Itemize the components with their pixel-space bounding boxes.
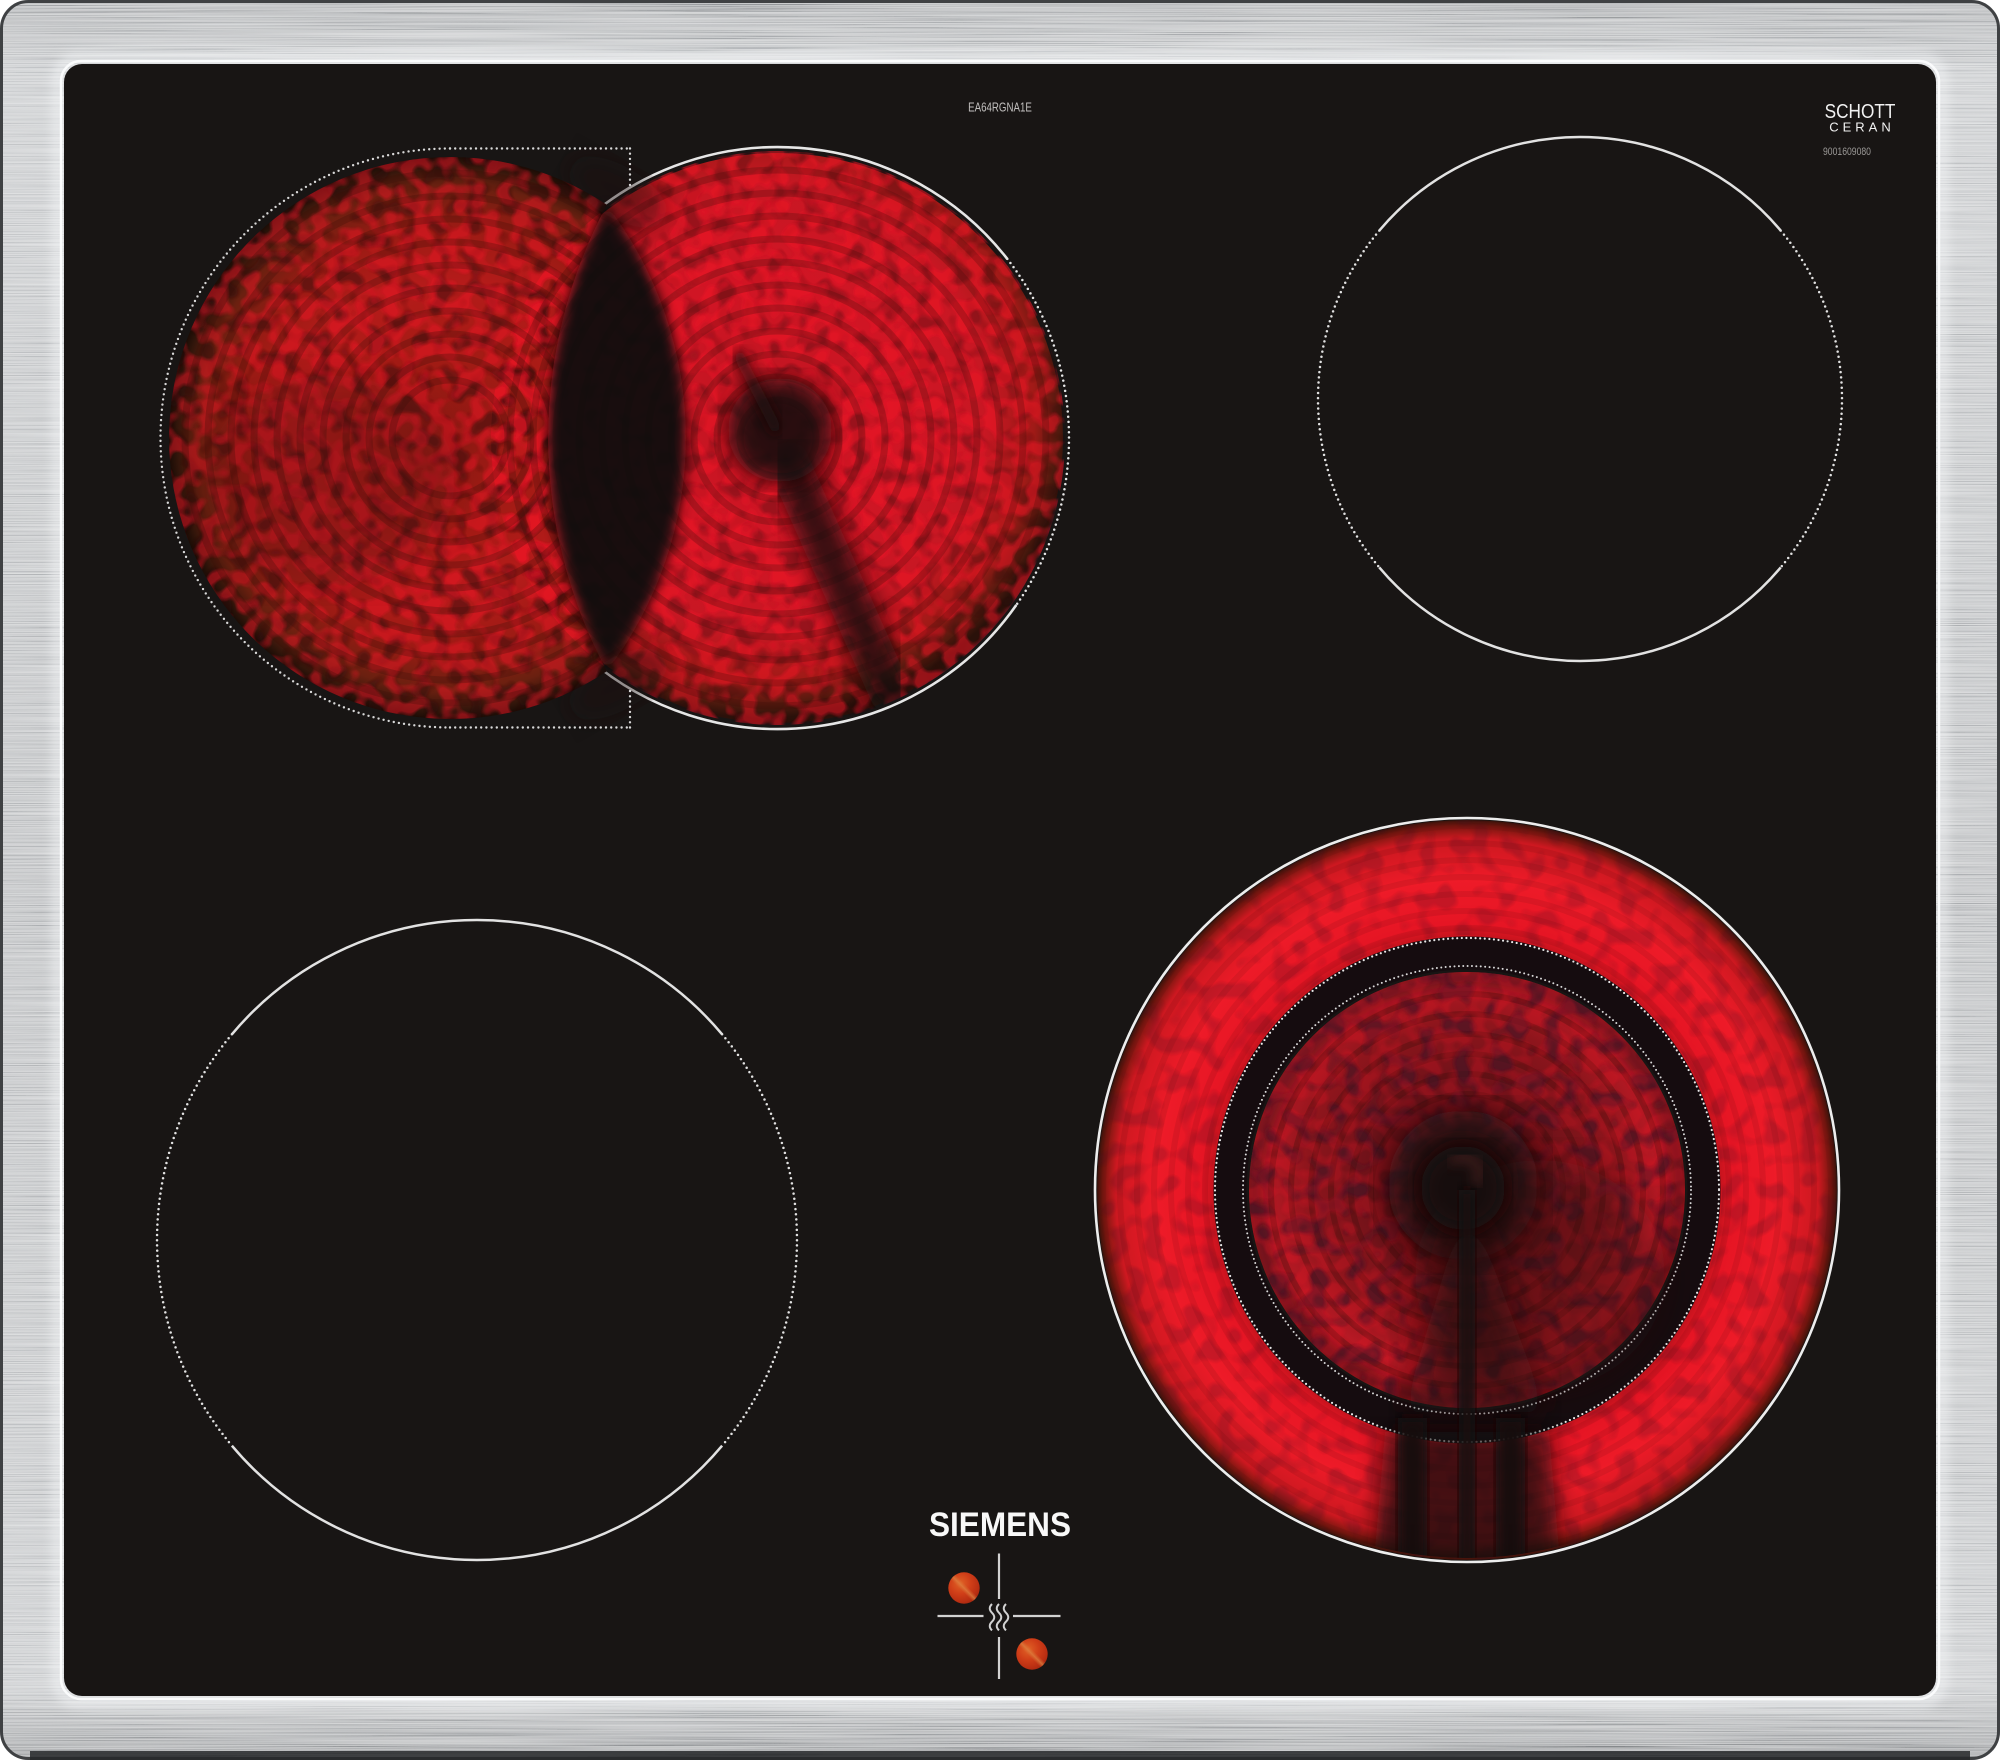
svg-text:CERAN: CERAN [1829,120,1895,135]
svg-text:SIEMENS: SIEMENS [929,1506,1071,1544]
svg-text:EA64RGNA1E: EA64RGNA1E [968,101,1032,115]
svg-text:9001609080: 9001609080 [1823,146,1871,158]
